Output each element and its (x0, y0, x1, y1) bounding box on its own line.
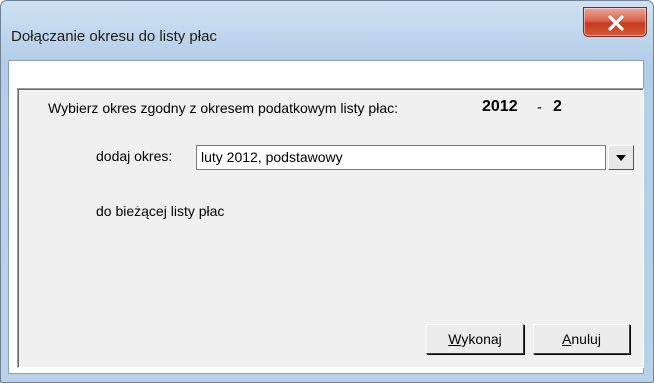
execute-button-label: ykonaj (461, 331, 502, 347)
tax-period-year: 2012 (482, 98, 518, 115)
period-select[interactable]: luty 2012, podstawowy (196, 145, 606, 170)
cancel-button-mnemonic: A (562, 331, 572, 347)
tax-period-separator: - (537, 99, 542, 116)
close-button[interactable] (583, 7, 647, 37)
cancel-button-label: nuluj (571, 331, 601, 347)
chevron-down-icon (616, 155, 626, 161)
execute-button[interactable]: Wykonaj (426, 324, 524, 354)
execute-button-mnemonic: W (448, 331, 462, 347)
instruction-label: Wybierz okres zgodny z okresem podatkowy… (48, 100, 398, 116)
cancel-button[interactable]: Anuluj (533, 324, 630, 354)
target-payroll-label: do bieżącej listy płac (96, 203, 225, 219)
period-select-value: luty 2012, podstawowy (201, 149, 343, 165)
close-icon (608, 15, 624, 31)
period-dropdown-button[interactable] (608, 145, 634, 170)
tax-period-month: 2 (553, 98, 562, 115)
window-title: Dołączanie okresu do listy płac (11, 28, 217, 45)
title-bar[interactable]: Dołączanie okresu do listy płac (1, 1, 653, 61)
add-period-label: dodaj okres: (96, 148, 173, 164)
